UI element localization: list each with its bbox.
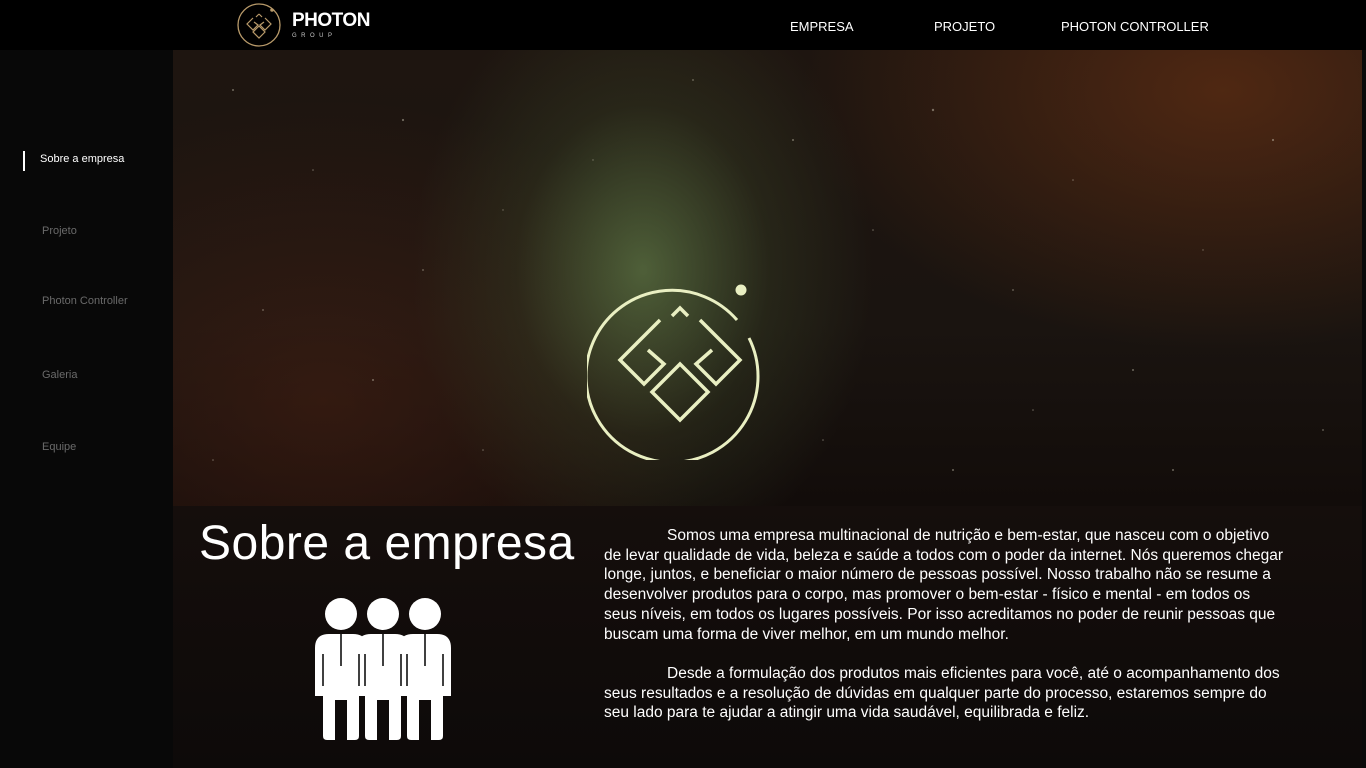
photon-logo-icon xyxy=(237,3,281,47)
page-edge xyxy=(1362,50,1366,768)
photon-emblem-icon xyxy=(587,280,777,460)
about-paragraph-2: Desde a formulação dos produtos mais efi… xyxy=(604,664,1280,722)
nav-empresa[interactable]: EMPRESA xyxy=(790,19,854,34)
about-paragraph-1: Somos uma empresa multinacional de nutri… xyxy=(604,527,1283,643)
sidebar-item-photon-controller[interactable]: Photon Controller xyxy=(42,295,128,307)
logo-subtitle: GROUP xyxy=(292,33,337,39)
active-indicator xyxy=(23,151,25,171)
nav-photon-controller[interactable]: PHOTON CONTROLLER xyxy=(1061,19,1209,34)
about-section: Sobre a empresa Somos uma empresa multin… xyxy=(173,506,1362,768)
sidebar-item-sobre[interactable]: Sobre a empresa xyxy=(40,153,124,165)
photon-logo[interactable]: PHOTON GROUP xyxy=(236,2,370,48)
sidebar-item-galeria[interactable]: Galeria xyxy=(42,369,77,381)
about-description: Somos uma empresa multinacional de nutri… xyxy=(604,526,1284,723)
nav-projeto[interactable]: PROJETO xyxy=(934,19,995,34)
top-navbar: PHOTON GROUP EMPRESA PROJETO PHOTON CONT… xyxy=(0,0,1366,50)
section-sidebar: Sobre a empresa Projeto Photon Controlle… xyxy=(0,50,173,768)
logo-wordmark: PHOTON xyxy=(292,10,370,31)
people-group-icon xyxy=(315,598,451,740)
section-title: Sobre a empresa xyxy=(199,517,575,570)
sidebar-item-equipe[interactable]: Equipe xyxy=(42,441,76,453)
sidebar-item-projeto[interactable]: Projeto xyxy=(42,225,77,237)
hero-banner xyxy=(173,50,1362,506)
